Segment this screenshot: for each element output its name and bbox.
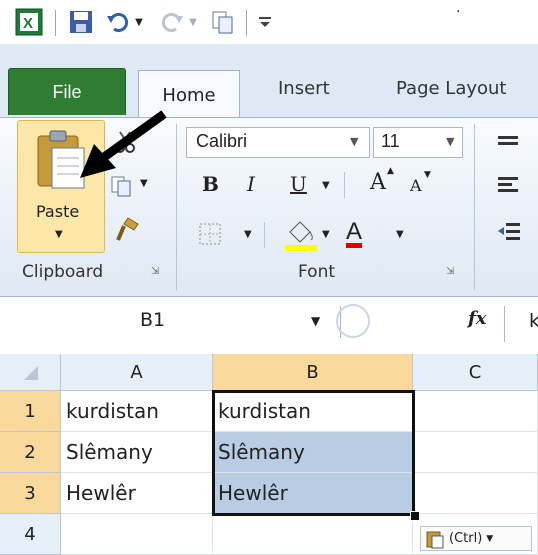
tab-insert[interactable]: Insert <box>278 78 330 99</box>
row-header-4[interactable]: 4 <box>0 514 61 555</box>
fill-handle[interactable] <box>410 511 420 521</box>
redo-icon[interactable] <box>158 8 186 36</box>
font-group-label: Font <box>298 262 336 282</box>
formula-bar-divider[interactable] <box>336 304 370 338</box>
group-separator <box>176 124 177 290</box>
cell-b1[interactable]: kurdistan <box>213 391 413 432</box>
cell-c2[interactable] <box>413 432 538 473</box>
cell-a4[interactable] <box>61 514 213 555</box>
column-header-a[interactable]: A <box>61 354 213 391</box>
row-header-1[interactable]: 1 <box>0 391 61 432</box>
tab-page-layout[interactable]: Page Layout <box>396 78 507 99</box>
save-icon[interactable] <box>66 8 96 36</box>
underline-dropdown-icon[interactable]: ▼ <box>322 180 330 191</box>
tab-home-label: Home <box>162 84 216 106</box>
stray-mark: . <box>456 0 461 16</box>
insert-function-button[interactable]: fx <box>468 308 486 329</box>
fill-color-icon[interactable] <box>284 218 318 256</box>
font-name-dropdown-icon[interactable]: ▼ <box>350 135 358 148</box>
bold-button[interactable]: B <box>202 172 219 196</box>
paste-dropdown-icon[interactable]: ▼ <box>55 229 63 240</box>
pointer-arrow-icon <box>60 108 170 192</box>
font-name-value: Calibri <box>196 131 248 151</box>
copy-icon[interactable] <box>208 8 238 36</box>
column-header-c[interactable]: C <box>413 354 538 391</box>
row-header-3[interactable]: 3 <box>0 473 61 514</box>
undo-dropdown-icon[interactable]: ▼ <box>132 8 146 36</box>
font-size-value: 11 <box>381 131 400 151</box>
align-middle-icon[interactable] <box>498 176 520 200</box>
paste-options-button[interactable]: (Ctrl) ▼ <box>420 526 532 551</box>
cell-c1[interactable] <box>413 391 538 432</box>
cell-a1[interactable]: kurdistan <box>61 391 213 432</box>
customize-icon[interactable] <box>254 8 276 36</box>
shrink-font-icon: ▼ <box>424 170 431 180</box>
name-box-value: B1 <box>140 309 166 331</box>
clipboard-group-label: Clipboard <box>22 262 104 282</box>
toolbar-separator <box>344 172 345 198</box>
paste-options-icon <box>426 531 444 548</box>
formula-content: k <box>529 310 538 332</box>
group-separator <box>474 124 475 290</box>
paste-options-dropdown-icon: ▼ <box>486 533 494 544</box>
borders-icon[interactable] <box>198 222 222 250</box>
svg-text:X: X <box>23 15 33 32</box>
name-box[interactable] <box>0 306 341 338</box>
cell-a2[interactable]: Slêmany <box>61 432 213 473</box>
font-color-dropdown-icon[interactable]: ▼ <box>396 229 404 240</box>
cell-b3[interactable]: Hewlêr <box>213 473 413 514</box>
font-size-dropdown-icon[interactable]: ▼ <box>446 135 454 148</box>
italic-button[interactable]: I <box>247 172 255 196</box>
align-top-icon[interactable] <box>498 134 520 153</box>
borders-dropdown-icon[interactable]: ▼ <box>244 229 252 240</box>
toolbar-separator <box>264 222 265 248</box>
grow-font-icon: ▲ <box>387 166 394 176</box>
format-painter-icon[interactable] <box>112 216 140 248</box>
redo-dropdown-icon[interactable]: ▼ <box>186 8 200 36</box>
font-launcher-icon[interactable]: ⇲ <box>446 266 454 277</box>
cell-b2[interactable]: Slêmany <box>213 432 413 473</box>
grow-font-button[interactable]: A <box>370 170 386 195</box>
cell-a3[interactable]: Hewlêr <box>61 473 213 514</box>
cell-b4[interactable] <box>213 514 413 555</box>
select-all-corner[interactable] <box>0 354 61 391</box>
decrease-indent-icon[interactable] <box>498 222 522 246</box>
excel-logo-icon: X <box>14 8 44 36</box>
paste-label: Paste <box>36 202 80 221</box>
paste-options-label: (Ctrl) <box>449 531 483 546</box>
tab-file-label: File <box>52 81 82 102</box>
toolbar-separator <box>246 10 247 36</box>
shrink-font-button[interactable]: A <box>410 176 422 195</box>
row-header-2[interactable]: 2 <box>0 432 61 473</box>
font-color-button[interactable]: A <box>346 218 362 246</box>
fill-color-dropdown-icon[interactable]: ▼ <box>322 229 330 240</box>
column-header-b[interactable]: B <box>213 354 413 391</box>
underline-button[interactable]: U <box>290 172 307 196</box>
toolbar-separator <box>55 10 56 36</box>
clipboard-launcher-icon[interactable]: ⇲ <box>151 266 159 277</box>
undo-icon[interactable] <box>104 8 132 36</box>
name-box-dropdown-icon[interactable]: ▼ <box>311 314 320 328</box>
cell-c3[interactable] <box>413 473 538 514</box>
